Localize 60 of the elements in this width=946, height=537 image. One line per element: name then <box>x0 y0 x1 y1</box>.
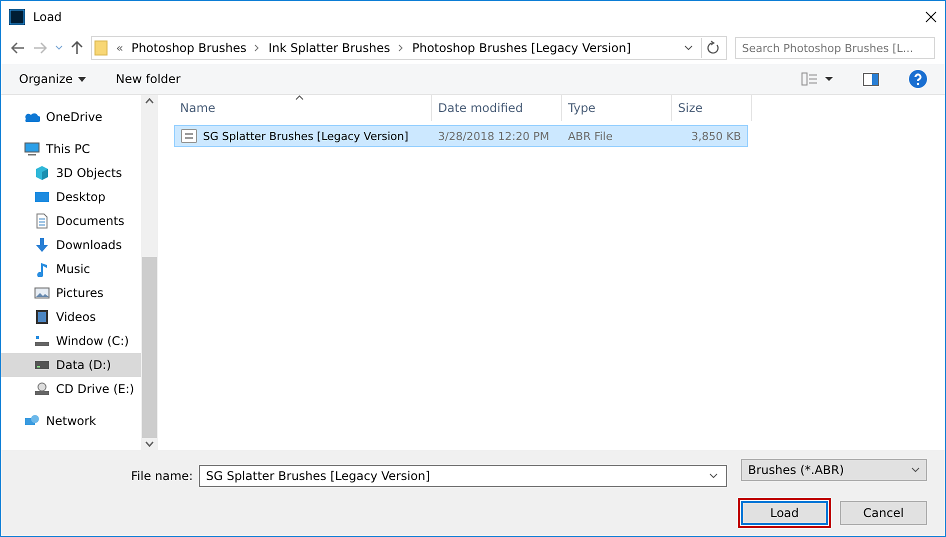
file-name-label: File name: <box>131 468 193 483</box>
music-note-icon <box>34 261 50 277</box>
window-title: Load <box>33 10 63 24</box>
column-header[interactable]: Name <box>174 95 432 121</box>
back-arrow-icon[interactable] <box>11 42 25 54</box>
document-icon <box>34 213 50 229</box>
column-header[interactable]: Size <box>672 95 752 121</box>
sidebar-item[interactable]: Documents <box>1 209 141 233</box>
organize-menu[interactable]: Organize <box>19 72 86 86</box>
sidebar-item[interactable]: CD Drive (E:) <box>1 377 141 401</box>
table-cell-text: ABR File <box>567 128 614 144</box>
sidebar-item[interactable]: Pictures <box>1 281 141 305</box>
chevron-right-icon[interactable] <box>398 44 404 52</box>
desktop-icon <box>34 189 50 205</box>
close-icon[interactable] <box>925 10 937 22</box>
table-cell-text: 3,850 KB <box>690 128 742 144</box>
sidebar-item[interactable]: Desktop <box>1 185 141 209</box>
breadcrumb[interactable]: Photoshop Brushes [Legacy Version] <box>412 41 631 55</box>
table-cell-text: 3/28/2018 12:20 PM <box>437 128 550 144</box>
folder-icon <box>94 40 108 56</box>
monitor-icon <box>24 141 40 157</box>
file-type-dropdown[interactable]: Brushes (*.ABR) <box>741 459 927 481</box>
cube-icon <box>34 165 50 181</box>
up-arrow-icon[interactable] <box>71 41 83 55</box>
sidebar-item[interactable]: Data (D:) <box>1 353 141 377</box>
sidebar-item[interactable]: Network <box>1 409 141 433</box>
sidebar-item[interactable]: 3D Objects <box>1 161 141 185</box>
caret-icon <box>78 76 86 82</box>
chevron-down-icon <box>709 472 718 479</box>
breadcrumb[interactable]: Photoshop Brushes <box>131 41 246 55</box>
sidebar-item[interactable]: Window (C:) <box>1 329 141 353</box>
column-header[interactable]: Type <box>562 95 672 121</box>
new-folder-button[interactable]: New folder <box>116 72 181 86</box>
chevron-down-icon <box>684 45 693 51</box>
address-bar[interactable]: « Photoshop Brushes Ink Splatter Brushes Photoshop Brushes [Legacy Version] <box>91 36 727 60</box>
app-icon <box>9 8 25 24</box>
view-options-icon[interactable] <box>801 72 833 86</box>
picture-icon <box>34 285 50 301</box>
drive-icon <box>34 333 50 349</box>
disc-drive-icon <box>34 381 50 397</box>
sidebar-item[interactable]: Music <box>1 257 141 281</box>
preview-pane-icon[interactable] <box>863 72 879 86</box>
overflow-chevron[interactable]: « <box>116 41 124 55</box>
brush-file-icon <box>181 129 197 143</box>
file-row[interactable]: SG Splatter Brushes [Legacy Version] 3/28/2018 12:20 PM ABR File 3,850 KB <box>174 125 748 147</box>
sidebar-item[interactable]: This PC <box>1 137 141 161</box>
help-icon[interactable] <box>909 70 927 88</box>
sidebar-item[interactable]: Videos <box>1 305 141 329</box>
breadcrumb[interactable]: Ink Splatter Brushes <box>268 41 390 55</box>
column-header[interactable]: Date modified <box>432 95 562 121</box>
chevron-down-icon <box>911 467 920 473</box>
cancel-button[interactable]: Cancel <box>840 500 927 524</box>
scrollbar[interactable] <box>141 95 158 450</box>
file-name-field[interactable]: SG Splatter Brushes [Legacy Version] <box>198 464 727 487</box>
table-cell: SG Splatter Brushes [Legacy Version] <box>175 126 432 146</box>
chevron-right-icon[interactable] <box>254 44 260 52</box>
search-field[interactable]: Search Photoshop Brushes [L... <box>735 37 935 59</box>
sidebar-item[interactable]: Downloads <box>1 233 141 257</box>
down-arrow-icon <box>34 237 50 253</box>
sidebar-item[interactable]: OneDrive <box>1 105 141 129</box>
